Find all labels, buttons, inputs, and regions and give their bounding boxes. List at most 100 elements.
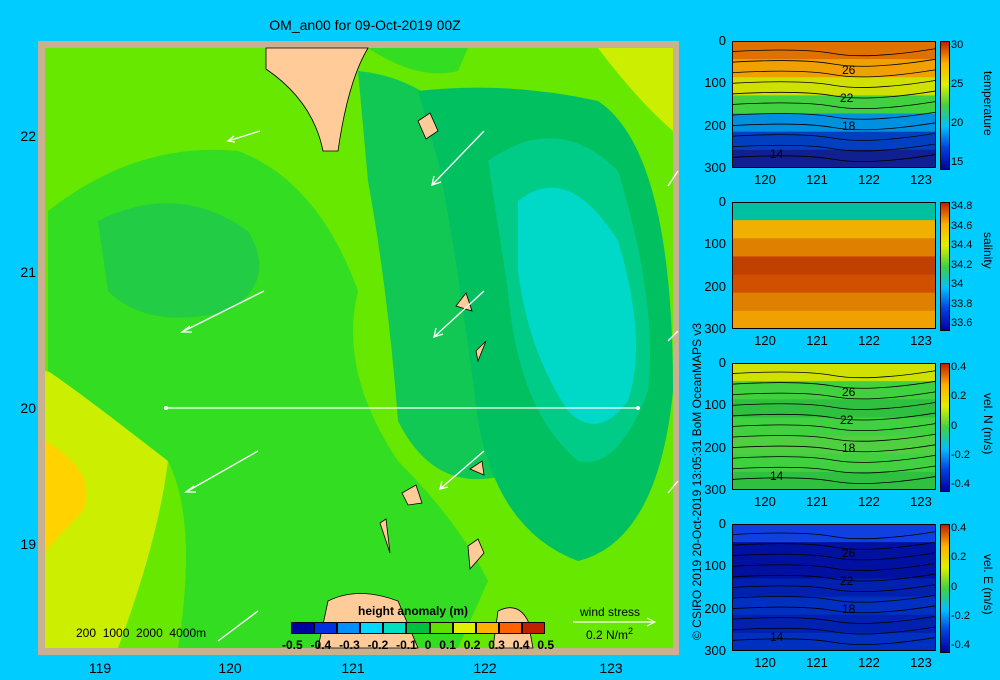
- section-band: [732, 238, 936, 258]
- lon-tick: 123: [910, 172, 932, 187]
- colorbar-label: -0.5: [282, 638, 303, 652]
- colorbar-swatch: [337, 622, 361, 634]
- section-panel: [732, 363, 936, 490]
- lon-tick: 120: [754, 333, 776, 348]
- depth-tick: 200: [704, 600, 726, 616]
- depth-tick: 200: [704, 439, 726, 455]
- colorbar-label: 34.8: [951, 200, 973, 212]
- contour-label: 26: [842, 63, 856, 77]
- depth-tick: 200: [704, 278, 726, 294]
- colorbar-label: 33.6: [951, 317, 973, 329]
- contour-label: 14: [770, 147, 784, 161]
- contour-label: 18: [842, 602, 856, 616]
- colorbar-label: -0.2: [951, 448, 970, 461]
- lon-tick: 121: [806, 333, 828, 348]
- colorbar-label: 0.5: [537, 638, 554, 652]
- colorbar-label: 25: [951, 78, 964, 90]
- colorbar-label: -0.4: [951, 478, 970, 490]
- colorbar-labels: -0.5 -0.4 -0.3 -0.2 -0.1 0 0.1 0.2 0.3 0.4 0.5: [282, 638, 554, 652]
- lon-tick: 123: [599, 660, 623, 676]
- depth-tick: 0: [718, 194, 726, 209]
- colorbar-label: -0.2: [367, 638, 389, 652]
- lon-tick: 119: [88, 660, 112, 676]
- contour-label: 18: [842, 441, 856, 455]
- colorbar-label: 0: [951, 580, 958, 593]
- wind-stress-title: wind stress: [580, 605, 641, 619]
- contour-label: 26: [842, 385, 856, 399]
- section-band: [732, 220, 936, 240]
- lat-tick: 20: [20, 400, 36, 416]
- colorbar-label: -0.1: [396, 638, 417, 652]
- colorbar-label: 0.4: [951, 361, 967, 373]
- lon-tick: 122: [473, 660, 497, 676]
- colorbar-label: 0.2: [463, 638, 481, 652]
- colorbar-swatch: [406, 622, 430, 634]
- depth-tick: 200: [704, 117, 726, 133]
- section-band: [732, 274, 936, 294]
- colorbar-label: 34.6: [951, 219, 973, 232]
- depth-tick: 0: [718, 355, 726, 370]
- contour-label: 22: [840, 413, 854, 427]
- panel-colorbar: [940, 41, 950, 170]
- colorbar-swatch: [291, 622, 315, 634]
- colorbar-label: 33.8: [951, 297, 973, 310]
- colorbar-swatch: [498, 622, 522, 634]
- depth-tick: 300: [704, 643, 726, 658]
- colorbar-label: 0.4: [512, 638, 530, 652]
- contour-label: 14: [770, 469, 784, 483]
- section-panel: [732, 202, 936, 329]
- colorbar-label: 34.4: [951, 239, 973, 251]
- panel-variable-label: vel. E (m/s): [981, 554, 995, 615]
- section-band: [732, 256, 936, 276]
- lon-tick: 120: [754, 655, 776, 670]
- colorbar-label: 0.2: [951, 551, 967, 564]
- colorbar-swatch: [452, 622, 476, 634]
- section-panel: [732, 524, 936, 651]
- section-panel: [732, 41, 936, 168]
- colorbar-swatch: [360, 622, 384, 634]
- depth-tick: 300: [704, 160, 726, 175]
- height-anomaly-map: [38, 41, 679, 655]
- panel-variable-label: vel. N (m/s): [981, 393, 995, 455]
- colorbar-label: 0.4: [951, 522, 967, 534]
- lon-tick: 120: [754, 494, 776, 509]
- panel-colorbar: [940, 363, 950, 492]
- depth-tick: 300: [704, 321, 726, 336]
- depth-tick: 100: [704, 397, 726, 413]
- section-band: [732, 310, 936, 329]
- section-band: [732, 95, 936, 115]
- colorbar-label: 0.1: [439, 638, 456, 652]
- lon-tick: 122: [858, 655, 880, 670]
- section-band: [732, 202, 936, 222]
- section-band: [732, 381, 936, 401]
- lat-tick: 21: [20, 264, 36, 280]
- lon-tick: 121: [806, 494, 828, 509]
- section-band: [732, 560, 936, 580]
- depth-legend: 200 1000 2000 4000m: [76, 626, 207, 640]
- colorbar-label: 15: [951, 156, 964, 168]
- lon-tick: 120: [754, 172, 776, 187]
- lon-tick: 122: [858, 172, 880, 187]
- colorbar-label: 0.2: [951, 390, 967, 403]
- section-band: [732, 292, 936, 312]
- colorbar-swatch: [429, 622, 453, 634]
- lat-tick: 22: [20, 128, 36, 144]
- contour-label: 22: [840, 574, 854, 588]
- colorbar-title: height anomaly (m): [358, 604, 469, 618]
- panel-variable-label: temperature: [981, 71, 995, 136]
- contour-label: 14: [770, 630, 784, 644]
- colorbar-label: -0.4: [951, 639, 970, 651]
- lon-tick: 122: [858, 494, 880, 509]
- contour-label: 26: [842, 546, 856, 560]
- section-band: [732, 417, 936, 437]
- colorbar-label: -0.2: [951, 609, 970, 622]
- colorbar-swatch: [383, 622, 407, 634]
- depth-tick: 100: [704, 75, 726, 91]
- depth-tick: 300: [704, 482, 726, 497]
- colorbar-swatch: [475, 622, 499, 634]
- colorbar-label: 20: [951, 117, 964, 129]
- colorbar-label: -0.4: [310, 638, 332, 652]
- lat-tick: 19: [20, 536, 36, 552]
- colorbar-label: 34: [951, 278, 964, 290]
- depth-tick: 0: [718, 33, 726, 48]
